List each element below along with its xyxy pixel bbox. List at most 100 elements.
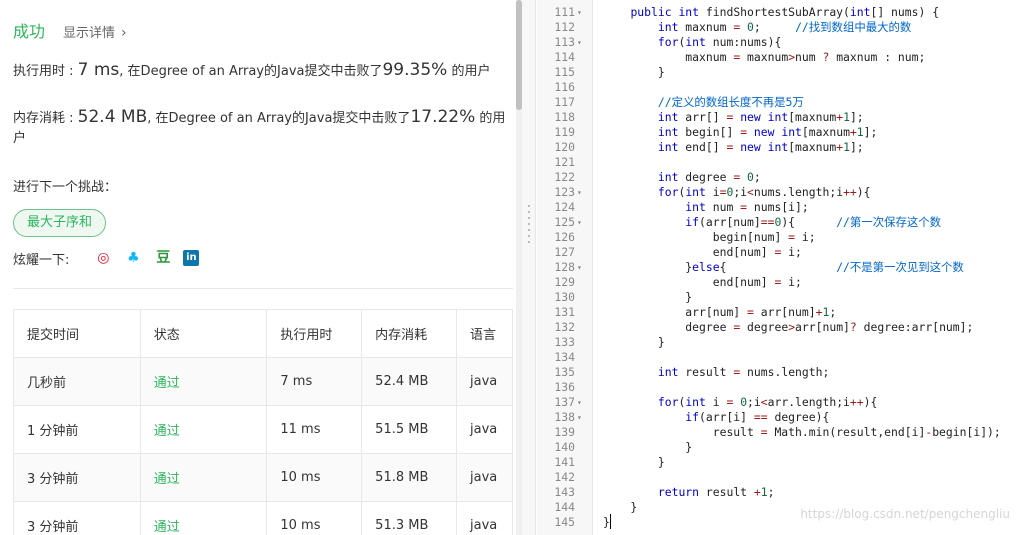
line-number: 130 (554, 290, 575, 304)
line-number: 143 (554, 485, 575, 499)
fold-arrow-icon[interactable]: ▾ (577, 185, 589, 200)
drag-handle-icon[interactable] (528, 205, 530, 245)
code-text: }else{ //不是第一次见到这个数 (603, 260, 964, 274)
cell-status-link[interactable]: 通过 (139, 453, 268, 502)
code-line[interactable]: 143 return result +1; (537, 485, 1016, 500)
linkedin-icon[interactable]: in (183, 250, 200, 266)
line-number: 140 (554, 440, 575, 454)
line-number: 111 (554, 5, 575, 19)
memory-percent: 17.22% (410, 107, 476, 127)
watermark: https://blog.csdn.net/pengchengliu (800, 507, 1010, 521)
line-number: 133 (554, 335, 575, 349)
line-number: 137 (554, 395, 575, 409)
line-number: 123 (554, 185, 575, 199)
fold-arrow-icon[interactable]: ▾ (577, 410, 589, 425)
line-number: 121 (554, 155, 575, 169)
code-line[interactable]: 128 ▾ }else{ //不是第一次见到这个数 (537, 260, 1016, 275)
table-header-row: 提交时间 状态 执行用时 内存消耗 语言 (13, 309, 513, 358)
header-memory: 内存消耗 (361, 309, 457, 358)
line-number: 141 (554, 455, 575, 469)
code-line[interactable]: 120 int end[] = new int[maxnum+1]; (537, 140, 1016, 155)
code-line[interactable]: 111 ▾ public int findShortestSubArray(int… (537, 5, 1016, 20)
table-row: 1 分钟前 通过 11 ms 51.5 MB java (13, 405, 513, 454)
runtime-label: 执行用时 : (13, 64, 74, 79)
code-line[interactable]: 125 ▾ if(arr[num]==0){ //第一次保存这个数 (537, 215, 1016, 230)
code-line[interactable]: 127 end[num] = i; (537, 245, 1016, 260)
code-line[interactable]: 135 int result = nums.length; (537, 365, 1016, 380)
code-line[interactable]: 134 (537, 350, 1016, 365)
cell-runtime: 10 ms (266, 501, 363, 535)
code-line[interactable]: 141 } (537, 455, 1016, 470)
runtime-value: 7 ms (77, 60, 120, 80)
code-line[interactable]: 133 } (537, 335, 1016, 350)
code-text: } (603, 515, 610, 529)
table-row: 3 分钟前 通过 10 ms 51.8 MB java (13, 453, 513, 502)
share-row: 炫耀一下: ◎ ♣ 豆 in (13, 248, 200, 268)
code-line[interactable]: 119 int begin[] = new int[maxnum+1]; (537, 125, 1016, 140)
qq-icon[interactable]: ♣ (123, 248, 143, 268)
code-text: end[num] = i; (603, 275, 802, 289)
cell-status-link[interactable]: 通过 (139, 501, 268, 535)
code-line[interactable]: 131 arr[num] = arr[num]+1; (537, 305, 1016, 320)
code-line[interactable]: 118 int arr[] = new int[maxnum+1]; (537, 110, 1016, 125)
code-line[interactable]: 139 result = Math.min(result,end[i]-begi… (537, 425, 1016, 440)
fold-arrow-icon[interactable]: ▾ (577, 5, 589, 20)
show-details-link[interactable]: 显示详情 (63, 22, 115, 41)
code-line[interactable]: 138 ▾ if(arr[i] == degree){ (537, 410, 1016, 425)
fold-arrow-icon[interactable]: ▾ (577, 215, 589, 230)
line-number: 122 (554, 170, 575, 184)
line-number: 142 (554, 470, 575, 484)
line-number: 139 (554, 425, 575, 439)
code-editor[interactable]: 111 ▾ public int findShortestSubArray(int… (537, 0, 1016, 535)
line-number: 113 (554, 35, 575, 49)
code-line[interactable]: 122 int degree = 0; (537, 170, 1016, 185)
fold-arrow-icon[interactable]: ▾ (577, 395, 589, 410)
code-line[interactable]: 114 maxnum = maxnum>num ? maxnum : num; (537, 50, 1016, 65)
cell-status-link[interactable]: 通过 (139, 405, 268, 454)
line-number: 138 (554, 410, 575, 424)
code-line[interactable]: 113 ▾ for(int num:nums){ (537, 35, 1016, 50)
cell-runtime: 7 ms (266, 357, 363, 406)
challenge-tag[interactable]: 最大子序和 (13, 209, 107, 237)
code-line[interactable]: 124 int num = nums[i]; (537, 200, 1016, 215)
code-line[interactable]: 130 } (537, 290, 1016, 305)
code-line[interactable]: 116 (537, 80, 1016, 95)
chevron-right-icon[interactable]: › (121, 25, 127, 41)
code-text: int begin[] = new int[maxnum+1]; (657, 125, 878, 139)
line-number: 116 (554, 80, 575, 94)
code-line[interactable]: 137 ▾ for(int i = 0;i<arr.length;i++){ (537, 395, 1016, 410)
code-text: int end[] = new int[maxnum+1]; (657, 140, 864, 154)
cell-memory: 52.4 MB (361, 357, 457, 406)
panel-splitter[interactable] (522, 0, 536, 535)
code-line[interactable]: 142 (537, 470, 1016, 485)
code-line[interactable]: 117 //定义的数组长度不再是5万 (537, 95, 1016, 110)
code-text: result = Math.min(result,end[i]-begin[i]… (603, 425, 1001, 439)
code-line[interactable]: 126 begin[num] = i; (537, 230, 1016, 245)
douban-icon[interactable]: 豆 (153, 248, 173, 268)
code-line[interactable]: 140 } (537, 440, 1016, 455)
code-line[interactable]: 132 degree = degree>arr[num]? degree:arr… (537, 320, 1016, 335)
code-line[interactable]: 129 end[num] = i; (537, 275, 1016, 290)
fold-arrow-icon[interactable]: ▾ (577, 35, 589, 50)
line-number: 115 (554, 65, 575, 79)
code-text: for(int i = 0;i<arr.length;i++){ (657, 395, 878, 409)
cell-time: 几秒前 (13, 357, 141, 406)
fold-arrow-icon[interactable]: ▾ (577, 260, 589, 275)
line-number: 117 (554, 95, 575, 109)
code-text: for(int num:nums){ (657, 35, 782, 49)
weibo-icon[interactable]: ◎ (93, 248, 113, 268)
code-text: arr[num] = arr[num]+1; (603, 305, 837, 319)
status-success: 成功 (13, 22, 46, 41)
line-number: 119 (554, 125, 575, 139)
code-line[interactable]: 112 int maxnum = 0; //找到数组中最大的数 (537, 20, 1016, 35)
code-line[interactable]: 121 (537, 155, 1016, 170)
code-line[interactable]: 115 } (537, 65, 1016, 80)
runtime-stat: 执行用时 : 7 ms, 在Degree of an Array的Java提交中… (13, 60, 513, 82)
code-line[interactable]: 136 (537, 380, 1016, 395)
cell-status-link[interactable]: 通过 (139, 357, 268, 406)
code-text: } (603, 455, 665, 469)
line-number: 114 (554, 50, 575, 64)
line-number: 126 (554, 230, 575, 244)
runtime-percent: 99.35% (382, 60, 448, 80)
code-line[interactable]: 123 ▾ for(int i=0;i<nums.length;i++){ (537, 185, 1016, 200)
